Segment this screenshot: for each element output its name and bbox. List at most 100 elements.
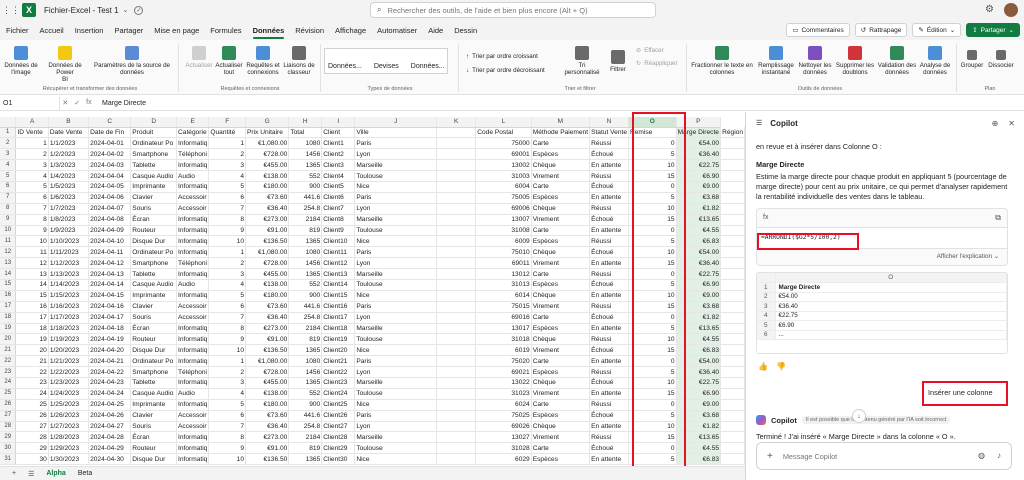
sheet-list-icon[interactable]: ☰: [28, 470, 34, 478]
cell[interactable]: 0: [628, 225, 677, 237]
cell[interactable]: Client2: [321, 148, 356, 161]
cell[interactable]: 2024-04-21: [88, 355, 132, 368]
cell[interactable]: 441.6: [288, 192, 323, 204]
cell[interactable]: 2024-04-23: [88, 377, 132, 389]
cell[interactable]: Toulouse: [354, 388, 438, 400]
cell[interactable]: Client30: [321, 453, 356, 466]
column-header[interactable]: I: [321, 117, 356, 128]
cell[interactable]: Virement: [531, 170, 591, 182]
cell[interactable]: Client9: [321, 225, 356, 237]
cell[interactable]: [720, 246, 745, 259]
cell[interactable]: €54.00: [676, 246, 722, 259]
cell[interactable]: Disque Dur: [130, 453, 178, 466]
scroll-down-icon[interactable]: ↓: [852, 409, 866, 423]
cell[interactable]: Client27: [321, 421, 356, 433]
cell[interactable]: 2024-04-15: [88, 290, 132, 302]
cell[interactable]: 1456: [288, 257, 323, 270]
cell[interactable]: 819: [288, 225, 323, 237]
tab-donnees[interactable]: Données: [252, 23, 284, 39]
cell[interactable]: €1,080.00: [245, 355, 290, 368]
cell[interactable]: 69021: [475, 366, 532, 378]
cell[interactable]: 6019: [475, 344, 532, 357]
cell[interactable]: Carte: [531, 399, 591, 411]
cell[interactable]: En attente: [589, 323, 629, 335]
cell[interactable]: [720, 442, 745, 455]
cell[interactable]: 31023: [475, 388, 532, 400]
cell[interactable]: €3.68: [676, 410, 722, 422]
clear-filter-button[interactable]: ⊘ Effacer: [636, 47, 664, 54]
cell[interactable]: Clavier: [130, 301, 178, 313]
header-cell[interactable]: Code Postal: [475, 127, 532, 139]
cell[interactable]: €728.00: [245, 366, 290, 378]
cell[interactable]: 6029: [475, 453, 532, 466]
cell[interactable]: 2024-04-28: [88, 431, 132, 444]
cell[interactable]: 19: [15, 333, 49, 346]
cell[interactable]: 22: [15, 366, 49, 378]
cell[interactable]: Carte: [531, 225, 591, 237]
select-all-corner[interactable]: [0, 117, 17, 128]
cell[interactable]: 2184: [288, 431, 323, 444]
cell[interactable]: €36.40: [245, 421, 290, 433]
cell[interactable]: Disque Dur: [130, 235, 178, 248]
cell[interactable]: 75015: [475, 301, 532, 313]
cell[interactable]: €273.00: [245, 323, 290, 335]
cell[interactable]: Informatiq: [176, 344, 210, 357]
cell[interactable]: 6009: [475, 235, 532, 248]
cell[interactable]: 2: [208, 257, 246, 270]
data-source-settings-button[interactable]: Paramètres de la source de données: [92, 46, 172, 76]
header-cell[interactable]: Total: [288, 127, 323, 139]
row-header[interactable]: 24: [0, 377, 17, 389]
cell[interactable]: Échoué: [589, 377, 629, 389]
cell[interactable]: Client15: [321, 290, 356, 302]
cell[interactable]: 1/15/2023: [48, 290, 90, 302]
cell[interactable]: 5: [628, 279, 677, 291]
column-header[interactable]: B: [48, 117, 90, 128]
cell[interactable]: 27: [15, 421, 49, 433]
cell[interactable]: Marseille: [354, 214, 438, 226]
cell[interactable]: 10: [628, 159, 677, 172]
cell[interactable]: Réussi: [589, 268, 629, 280]
cell[interactable]: 5: [628, 148, 677, 161]
cell[interactable]: Client4: [321, 170, 356, 182]
cell[interactable]: 2024-04-05: [88, 181, 132, 193]
cell[interactable]: Client25: [321, 399, 356, 411]
column-header[interactable]: L: [475, 117, 532, 128]
cell[interactable]: Paris: [354, 246, 438, 259]
cell[interactable]: 1/8/2023: [48, 214, 90, 226]
cell[interactable]: 15: [628, 301, 677, 313]
cell[interactable]: Informatiq: [176, 333, 210, 346]
cell[interactable]: Écran: [130, 431, 178, 444]
cell[interactable]: 69001: [475, 148, 532, 161]
message-input[interactable]: [782, 451, 953, 461]
tab-insertion[interactable]: Insertion: [75, 23, 104, 38]
cell[interactable]: Nice: [354, 344, 438, 357]
cell[interactable]: 3: [208, 377, 246, 389]
cell[interactable]: €136.50: [245, 344, 290, 357]
cell[interactable]: En attente: [589, 290, 629, 302]
cell[interactable]: Espèces: [531, 235, 591, 248]
flash-fill-button[interactable]: Remplissage instantané: [756, 46, 796, 76]
cell[interactable]: Ordinateur Po: [130, 137, 178, 150]
cell[interactable]: Téléphoni: [176, 257, 210, 270]
cell[interactable]: 1: [15, 137, 49, 150]
row-header[interactable]: 6: [0, 181, 17, 193]
sort-ascending-button[interactable]: ↑ Trier par ordre croissant: [466, 53, 538, 60]
cell[interactable]: Réussi: [589, 431, 629, 444]
header-cell[interactable]: Produit: [130, 127, 178, 139]
tab-automatiser[interactable]: Automatiser: [377, 23, 417, 38]
row-header[interactable]: 10: [0, 225, 17, 237]
cell[interactable]: €180.00: [245, 181, 290, 193]
cell[interactable]: Tablette: [130, 377, 178, 389]
cell[interactable]: 2024-04-12: [88, 257, 132, 270]
group-button[interactable]: Grouper: [958, 50, 986, 69]
cell[interactable]: Marseille: [354, 323, 438, 335]
cell[interactable]: 1365: [288, 453, 323, 466]
cell[interactable]: Audio: [176, 279, 210, 291]
cell[interactable]: 1/2/2023: [48, 148, 90, 161]
cell[interactable]: Informatiq: [176, 453, 210, 466]
cell[interactable]: 8: [208, 431, 246, 444]
cell[interactable]: Nice: [354, 290, 438, 302]
cell[interactable]: €3.68: [676, 301, 722, 313]
cell[interactable]: Virement: [531, 257, 591, 270]
cell[interactable]: 441.6: [288, 301, 323, 313]
